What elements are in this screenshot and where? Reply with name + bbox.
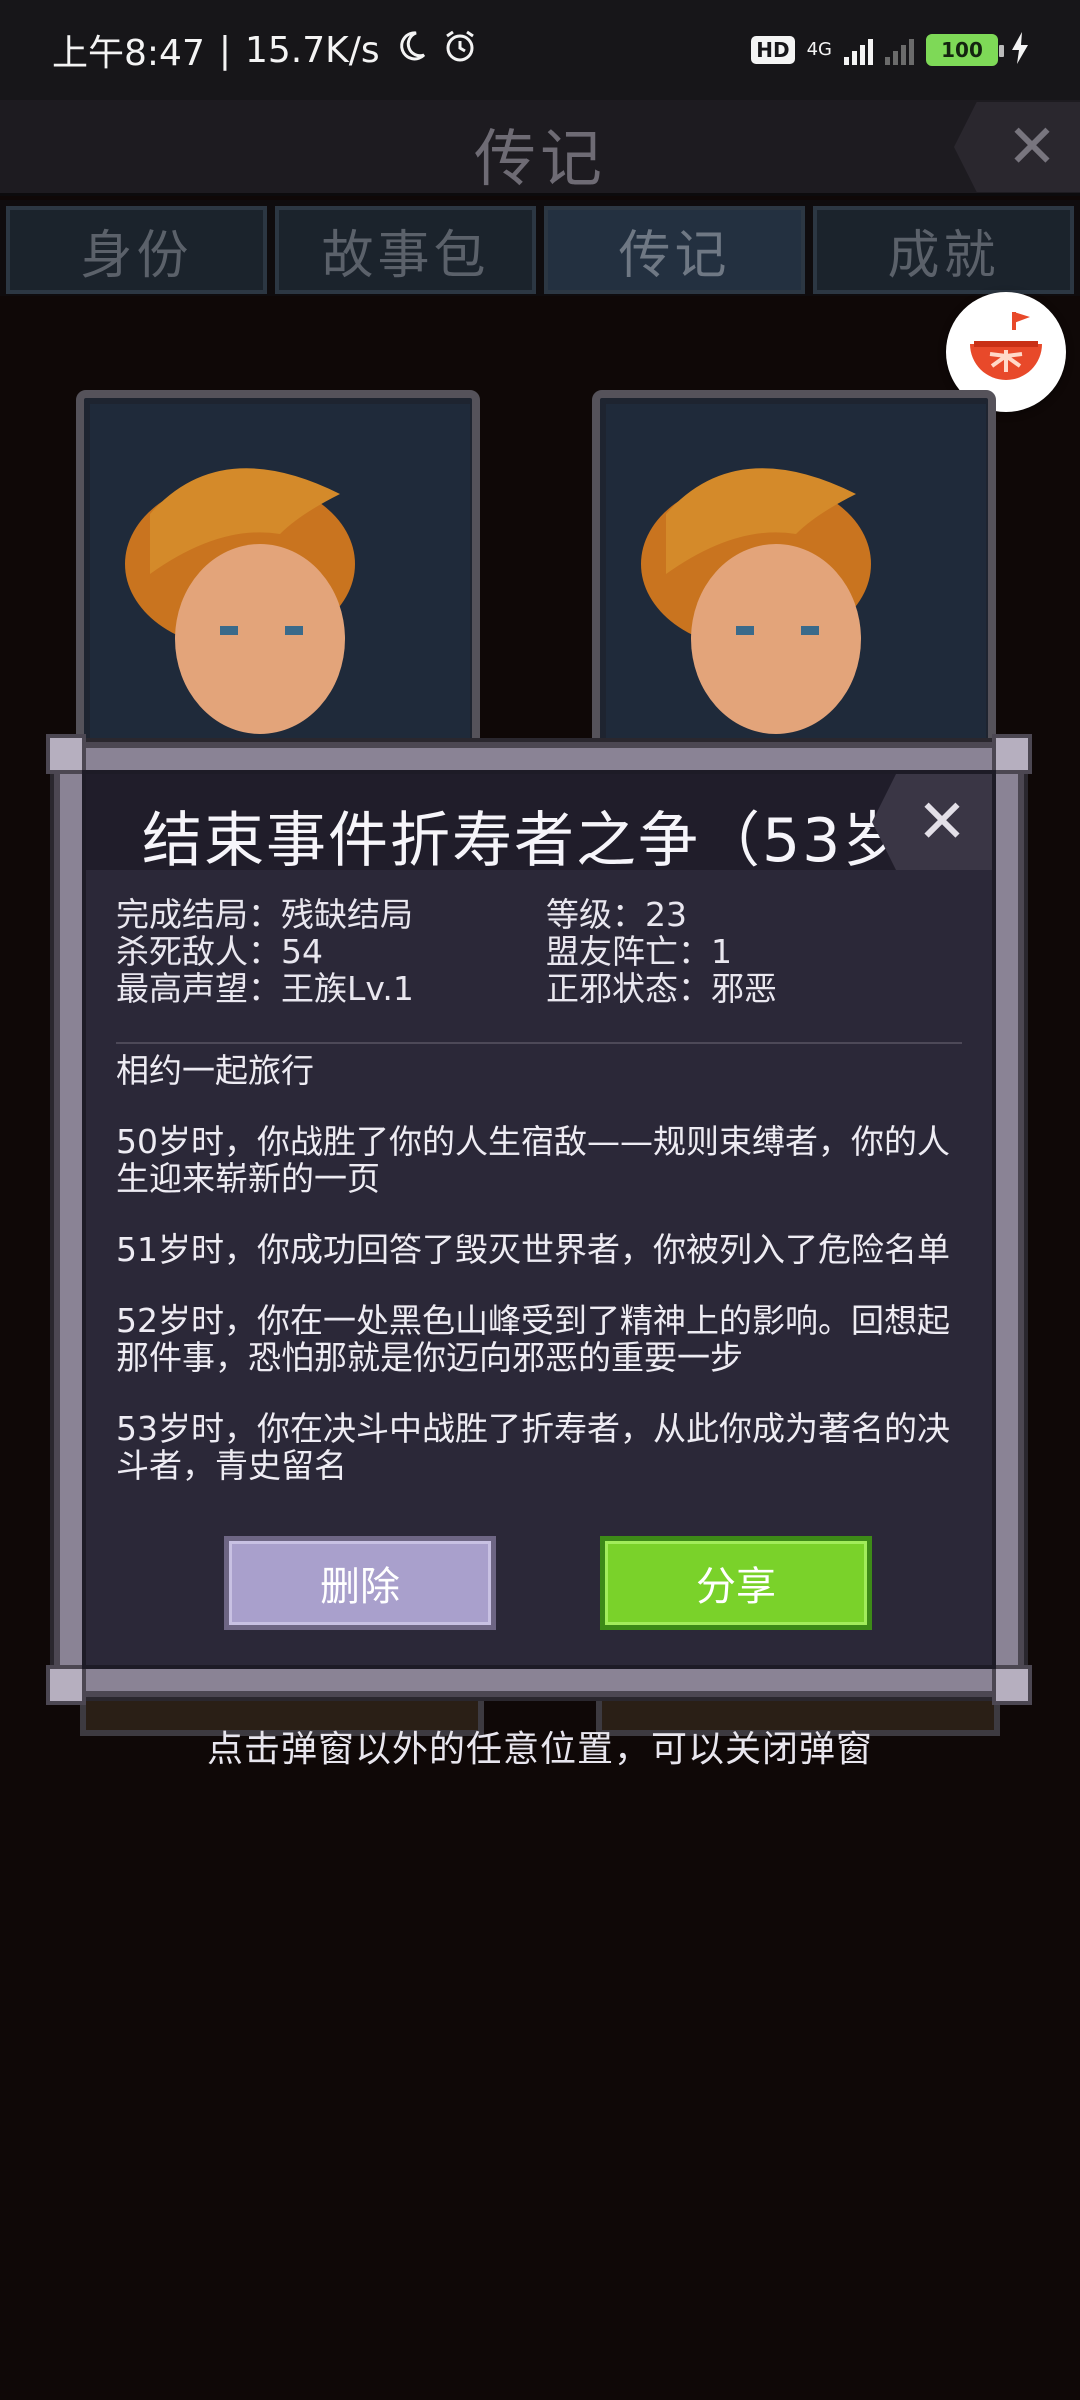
hd-badge: HD [751,36,795,64]
page-title: 传记 [473,122,606,195]
charging-icon [1010,32,1030,68]
story-entry: 相约一起旅行 [116,1052,314,1090]
status-network-speed: 15.7K/s [244,29,380,71]
close-hint: 点击弹窗以外的任意位置，可以关闭弹窗 [206,1729,873,1770]
status-time: 上午8:47 [52,33,205,74]
delete-button[interactable]: 删除 [224,1536,496,1630]
modal-close-button[interactable]: ✕ [872,774,992,870]
ending-modal: 结束事件折寿者之争（53岁） ✕ 完成结局：残缺结局 等级：23 杀死敌人：54… [46,734,1032,1705]
stat-kills: 杀死敌人：54 [116,932,323,971]
network-type: 4G [806,39,832,60]
modal-corner [992,734,1032,774]
tab-achievements[interactable]: 成就 [813,206,1074,294]
alarm-icon [442,28,478,73]
divider [116,1042,962,1044]
story-entry: 53岁时，你在决斗中战胜了折寿者，从此你成为著名的决斗者，青史留名 [116,1409,950,1485]
close-button[interactable]: ✕ [954,102,1080,192]
character-portrait [90,404,470,742]
moon-icon [394,29,428,72]
stat-reputation: 最高声望：王族Lv.1 [116,969,414,1008]
tab-biography[interactable]: 传记 [544,206,805,294]
modal-title: 结束事件折寿者之争（53岁） [142,806,967,876]
modal-corner [46,734,86,774]
stat-ending: 完成结局：残缺结局 [116,895,413,934]
title-bar: 传记 ✕ [0,100,1080,196]
stat-level: 等级：23 [546,895,687,934]
status-separator: | [218,29,231,71]
modal-corner [46,1665,86,1705]
close-icon: ✕ [916,787,968,857]
stats-grid: 完成结局：残缺结局 等级：23 杀死敌人：54 盟友阵亡：1 最高声望：王族Lv… [116,896,966,1007]
close-icon: ✕ [1006,112,1058,182]
battery-level: 100 [941,38,983,62]
story-entry: 50岁时，你战胜了你的人生宿敌——规则束缚者，你的人生迎来崭新的一页 [116,1122,950,1198]
status-left: 上午8:47 | 15.7K/s [52,24,478,76]
story-entry: 51岁时，你成功回答了毁灭世界者，你被列入了危险名单 [116,1230,950,1269]
story-scroll-area[interactable]: 相约一起旅行 50岁时，你战胜了你的人生宿敌——规则束缚者，你的人生迎来崭新的一… [116,1052,962,1516]
modal-content: 结束事件折寿者之争（53岁） ✕ 完成结局：残缺结局 等级：23 杀死敌人：54… [82,770,996,1669]
character-portrait [606,404,986,742]
modal-corner [992,1665,1032,1705]
signal-strength-2-icon [885,35,914,65]
signal-strength-icon [844,35,873,65]
status-bar: 上午8:47 | 15.7K/s HD 4G 100 [0,0,1080,100]
biography-card[interactable] [592,390,996,750]
tab-story-pack[interactable]: 故事包 [275,206,536,294]
stat-ally-deaths: 盟友阵亡：1 [546,932,732,971]
tomato-icon [960,304,1052,400]
modal-header: 结束事件折寿者之争（53岁） ✕ [86,774,992,876]
story-entry: 52岁时，你在一处黑色山峰受到了精神上的影响。回想起那件事，恐怕那就是你迈向邪恶… [116,1301,950,1377]
biography-card[interactable] [76,390,480,750]
stat-alignment: 正邪状态：邪恶 [546,969,777,1008]
battery-icon: 100 [926,34,1004,66]
tab-identity[interactable]: 身份 [6,206,267,294]
tab-bar: 身份 故事包 传记 成就 [0,200,1080,296]
status-right: HD 4G 100 [751,32,1030,68]
share-button[interactable]: 分享 [600,1536,872,1630]
